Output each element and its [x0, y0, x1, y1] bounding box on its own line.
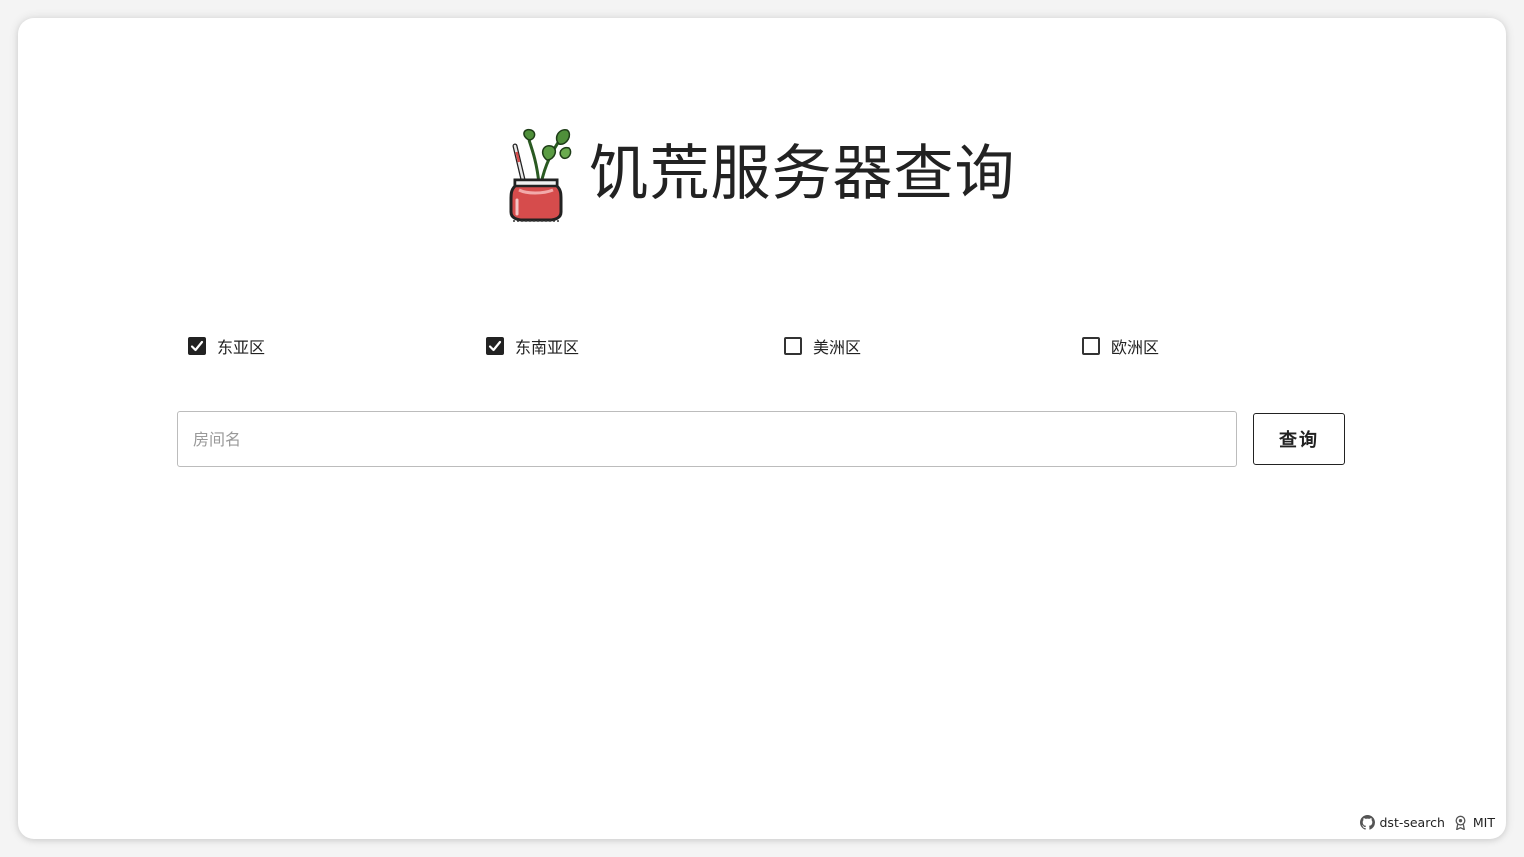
region-label: 美洲区 — [813, 338, 862, 357]
region-checkbox-east-asia[interactable]: 东亚区 — [188, 326, 486, 366]
page-title: 饥荒服务器查询 — [588, 139, 1016, 209]
search-row: 查询 — [177, 411, 1345, 467]
checkbox[interactable] — [486, 337, 504, 355]
juice-jar-logo-icon — [509, 128, 571, 222]
license-link[interactable]: MIT — [1453, 815, 1495, 830]
region-checkbox-europe[interactable]: 欧洲区 — [1082, 326, 1380, 366]
repo-link[interactable]: dst-search — [1359, 815, 1445, 830]
app-window: 饥荒服务器查询 东亚区 东南亚区 美洲区 欧洲区 房间名 查询 dst-sear… — [18, 18, 1506, 839]
region-label: 东亚区 — [217, 338, 266, 357]
checkbox[interactable] — [784, 337, 802, 355]
checkmark-icon — [190, 340, 204, 352]
header: 饥荒服务器查询 — [18, 122, 1506, 226]
region-checkbox-americas[interactable]: 美洲区 — [784, 326, 1082, 366]
repo-label: dst-search — [1379, 815, 1445, 830]
checkbox[interactable] — [188, 337, 206, 355]
license-badge-icon — [1455, 815, 1466, 830]
region-label: 东南亚区 — [515, 338, 580, 357]
region-checkbox-southeast-asia[interactable]: 东南亚区 — [486, 326, 784, 366]
region-filter: 东亚区 东南亚区 美洲区 欧洲区 — [188, 326, 1380, 366]
checkbox[interactable] — [1082, 337, 1100, 355]
license-label: MIT — [1472, 815, 1495, 830]
checkmark-icon — [488, 340, 502, 352]
region-label: 欧洲区 — [1111, 338, 1160, 357]
github-icon — [1359, 815, 1375, 830]
footer: dst-search MIT — [1359, 815, 1495, 830]
search-button[interactable]: 查询 — [1253, 413, 1345, 465]
room-name-input[interactable] — [177, 411, 1237, 467]
